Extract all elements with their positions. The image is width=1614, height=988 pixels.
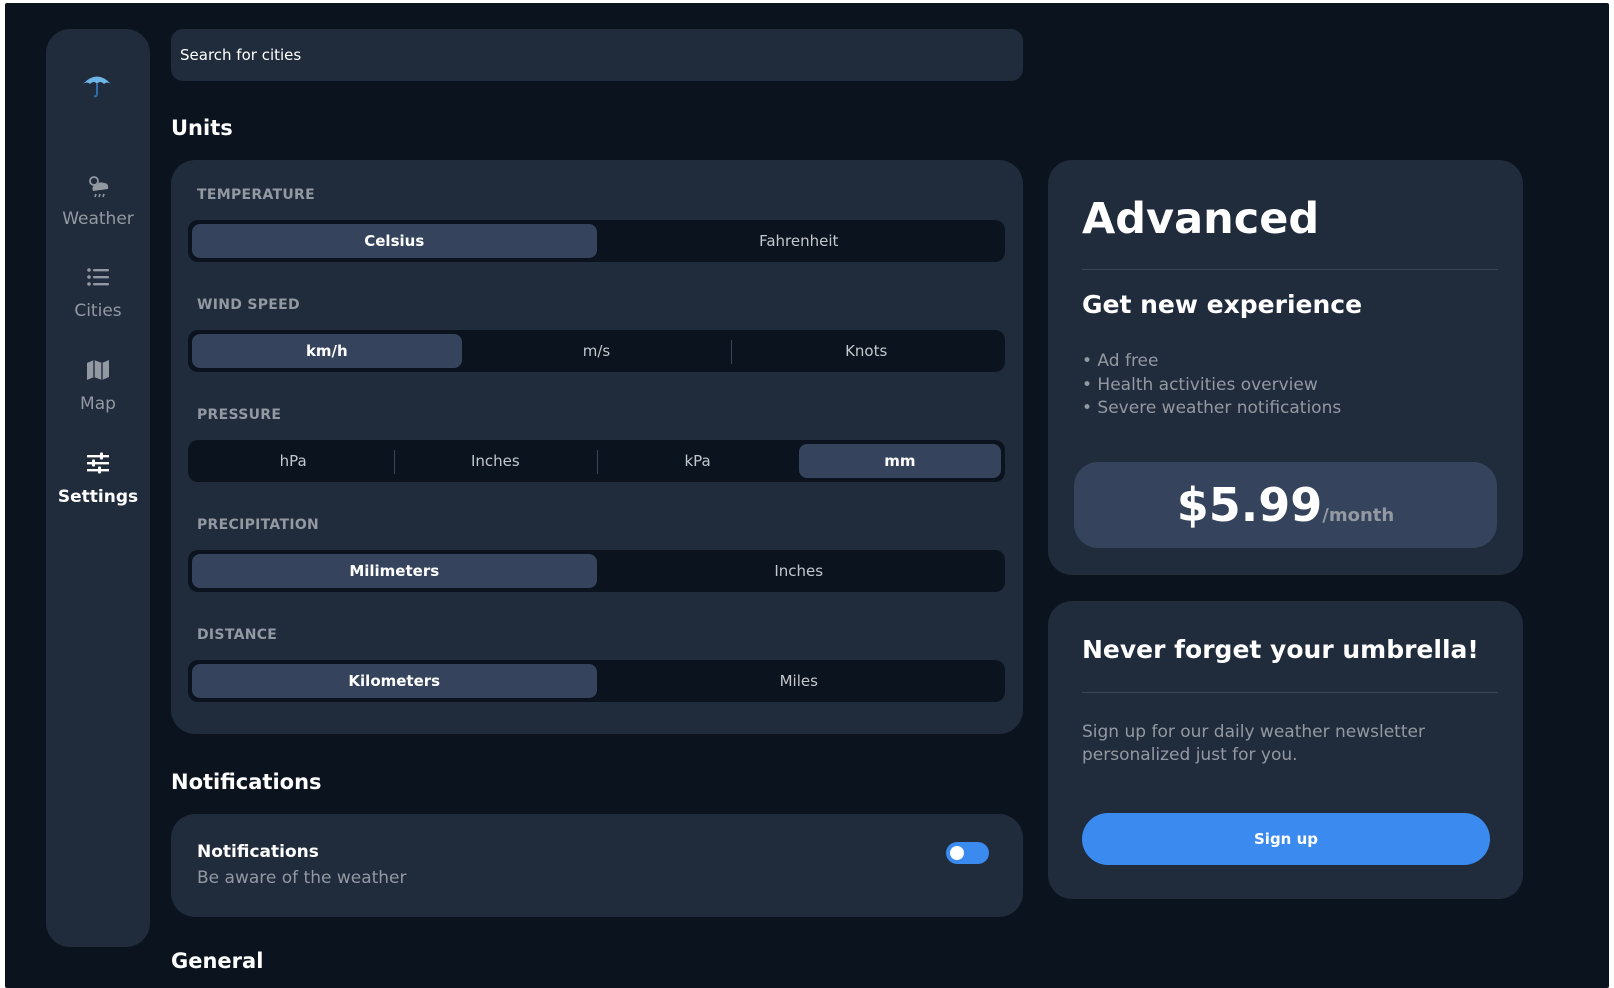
- pressure-option-mm[interactable]: mm: [798, 444, 1001, 478]
- cloud-sun-rain-icon: [89, 176, 109, 198]
- feature-item: • Severe weather notifications: [1082, 398, 1342, 418]
- search-input[interactable]: [171, 29, 1023, 81]
- newsletter-card: Never forget your umbrella! Sign up for …: [1048, 601, 1523, 899]
- pressure-segmented-control: hPa Inches kPa mm: [188, 440, 1005, 482]
- precipitation-label: PRECIPITATION: [197, 517, 320, 533]
- distance-label: DISTANCE: [197, 627, 278, 643]
- price-amount: $5.99: [1176, 478, 1323, 532]
- distance-option-miles[interactable]: Miles: [597, 664, 1002, 698]
- distance-option-kilometers[interactable]: Kilometers: [192, 664, 597, 698]
- sidebar-item-label: Cities: [74, 301, 122, 321]
- advanced-title: Advanced: [1082, 194, 1320, 244]
- distance-segmented-control: Kilometers Miles: [188, 660, 1005, 702]
- feature-list: • Ad free • Health activities overview •…: [1082, 350, 1341, 421]
- precipitation-segmented-control: Milimeters Inches: [188, 550, 1005, 592]
- umbrella-icon[interactable]: [80, 67, 114, 101]
- advanced-subtitle: Get new experience: [1082, 290, 1363, 319]
- sidebar-item-label: Map: [80, 394, 116, 414]
- units-title: Units: [171, 116, 233, 140]
- temperature-option-celsius[interactable]: Celsius: [192, 224, 597, 258]
- notifications-toggle[interactable]: [946, 842, 989, 864]
- temperature-segmented-control: Celsius Fahrenheit: [188, 220, 1005, 262]
- pressure-label: PRESSURE: [197, 407, 282, 423]
- pressure-option-kpa[interactable]: kPa: [596, 444, 799, 478]
- feature-item: • Health activities overview: [1082, 374, 1318, 395]
- advanced-card: Advanced Get new experience • Ad free • …: [1048, 160, 1523, 575]
- precipitation-option-inches[interactable]: Inches: [597, 554, 1002, 588]
- sidebar-item-settings[interactable]: Settings: [46, 449, 150, 507]
- pressure-option-inches[interactable]: Inches: [394, 444, 596, 478]
- wind-speed-segmented-control: km/h m/s Knots: [188, 330, 1005, 372]
- sidebar-item-weather[interactable]: Weather: [46, 171, 150, 229]
- price-period: /month: [1322, 505, 1395, 526]
- pressure-option-hpa[interactable]: hPa: [192, 444, 394, 478]
- sidebar: Weather Cities Map Settings: [46, 29, 150, 947]
- feature-item: • Ad free: [1082, 351, 1159, 371]
- wind-option-ms[interactable]: m/s: [462, 334, 732, 368]
- sliders-icon: [87, 452, 109, 474]
- units-card: TEMPERATURE Celsius Fahrenheit WIND SPEE…: [171, 160, 1023, 734]
- notifications-title: Notifications: [171, 770, 322, 794]
- list-icon: [87, 268, 109, 286]
- wind-option-knots[interactable]: Knots: [731, 334, 1001, 368]
- newsletter-title: Never forget your umbrella!: [1082, 635, 1479, 664]
- notifications-item-title: Notifications: [197, 842, 319, 862]
- map-icon: [87, 360, 109, 380]
- toggle-knob: [950, 846, 964, 860]
- wind-option-kmh[interactable]: km/h: [192, 334, 462, 368]
- precipitation-option-millimeters[interactable]: Milimeters: [192, 554, 597, 588]
- general-title: General: [171, 949, 264, 973]
- sidebar-item-map[interactable]: Map: [46, 356, 150, 414]
- divider: [1082, 269, 1498, 270]
- sign-up-button[interactable]: Sign up: [1082, 813, 1490, 865]
- newsletter-text: Sign up for our daily weather newsletter…: [1082, 722, 1425, 765]
- wind-speed-label: WIND SPEED: [197, 297, 300, 313]
- sidebar-item-label: Settings: [57, 487, 139, 507]
- temperature-label: TEMPERATURE: [197, 187, 315, 203]
- app-window: Weather Cities Map Settings Search for c…: [5, 3, 1609, 988]
- sidebar-item-cities[interactable]: Cities: [46, 263, 150, 321]
- divider: [1082, 692, 1498, 693]
- price-button[interactable]: $5.99/month: [1074, 462, 1497, 548]
- sidebar-item-label: Weather: [62, 209, 134, 229]
- notifications-item-subtitle: Be aware of the weather: [197, 868, 407, 888]
- notifications-card: Notifications Be aware of the weather: [171, 814, 1023, 917]
- temperature-option-fahrenheit[interactable]: Fahrenheit: [597, 224, 1002, 258]
